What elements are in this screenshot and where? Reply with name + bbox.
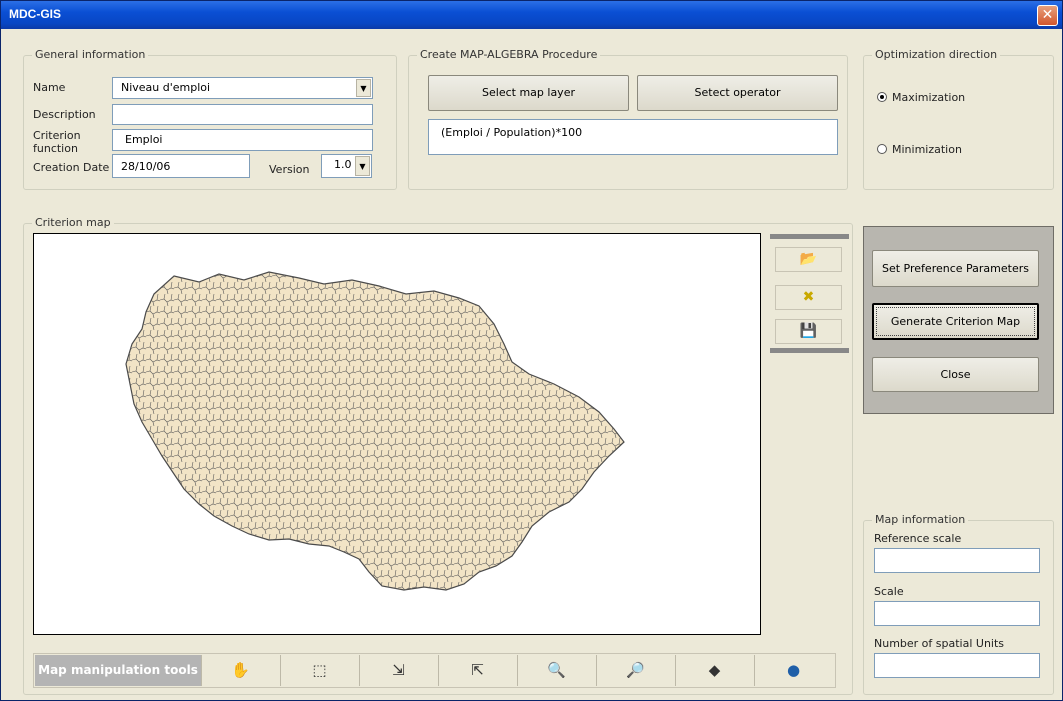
criterion-map-legend: Criterion map	[32, 216, 114, 229]
spatial-units-label: Number of spatial Units	[874, 637, 1005, 650]
description-field[interactable]	[112, 104, 373, 125]
zoom-out-icon[interactable]: 🔍	[517, 655, 595, 686]
commune-boundaries	[126, 272, 624, 590]
select-area-icon[interactable]: ⬚	[280, 655, 358, 686]
chevron-down-icon[interactable]: ▼	[356, 79, 371, 97]
name-dropdown[interactable]: Niveau d'emploi ▼	[112, 77, 373, 99]
select-map-layer-button[interactable]: Select map layer	[428, 75, 629, 111]
set-preference-button[interactable]: Set Preference Parameters	[872, 250, 1039, 287]
version-dropdown[interactable]: 1.0 ▼	[321, 154, 372, 178]
select-operator-button[interactable]: Setect operator	[637, 75, 838, 111]
optimization-legend: Optimization direction	[872, 48, 1001, 61]
expression-field[interactable]: (Emploi / Population)*100	[428, 119, 838, 155]
zoom-out-arrows-icon[interactable]: ⇱	[438, 655, 516, 686]
globe-icon[interactable]: ●	[754, 655, 832, 686]
map-canvas[interactable]	[33, 233, 761, 635]
map-algebra-legend: Create MAP-ALGEBRA Procedure	[417, 48, 601, 61]
scale-field[interactable]	[874, 601, 1040, 626]
maximization-radio[interactable]	[877, 92, 887, 102]
general-information-legend: General information	[32, 48, 149, 61]
close-icon[interactable]: ✕	[1037, 5, 1058, 26]
minimization-radio[interactable]	[877, 144, 887, 154]
map-manipulation-toolbar: Map manipulation tools ✋ ⬚ ⇲ ⇱ 🔍 🔎 ◆ ●	[33, 653, 836, 688]
criterion-function-label-2: function	[33, 142, 78, 155]
spatial-units-field[interactable]	[874, 653, 1040, 678]
generate-criterion-map-button[interactable]: Generate Criterion Map	[872, 303, 1039, 340]
app-window: MDC-GIS ✕ General information Name Nivea…	[0, 0, 1063, 701]
reference-scale-field[interactable]	[874, 548, 1040, 573]
window-title: MDC-GIS	[9, 7, 61, 21]
criterion-function-label-1: Criterion	[33, 129, 81, 142]
name-label: Name	[33, 81, 66, 94]
map-file-toolbar: 📂 ✖ 💾	[770, 234, 849, 353]
close-button[interactable]: Close	[872, 357, 1039, 392]
version-value: 1.0	[334, 158, 352, 171]
zoom-in-icon[interactable]: 🔎	[596, 655, 674, 686]
open-folder-icon[interactable]: 📂	[775, 247, 842, 272]
creation-date-label: Creation Date	[33, 161, 110, 174]
optimization-group: Optimization direction	[863, 48, 1054, 190]
pan-hand-icon[interactable]: ✋	[201, 655, 279, 686]
region-map	[125, 271, 625, 591]
description-label: Description	[33, 108, 96, 121]
save-icon[interactable]: 💾	[775, 319, 842, 344]
identify-icon[interactable]: ◆	[675, 655, 753, 686]
chevron-down-icon[interactable]: ▼	[355, 156, 370, 176]
minimization-label[interactable]: Minimization	[892, 144, 962, 155]
reference-scale-label: Reference scale	[874, 532, 962, 545]
criterion-function-field[interactable]: Emploi	[112, 129, 373, 151]
name-value: Niveau d'emploi	[121, 81, 211, 94]
delete-icon[interactable]: ✖	[775, 285, 842, 310]
map-information-legend: Map information	[872, 513, 969, 526]
scale-label: Scale	[874, 585, 904, 598]
title-bar[interactable]: MDC-GIS ✕	[1, 1, 1062, 29]
map-tools-label: Map manipulation tools	[35, 655, 201, 686]
version-label: Version	[269, 163, 310, 176]
zoom-in-arrows-icon[interactable]: ⇲	[359, 655, 437, 686]
maximization-label[interactable]: Maximization	[892, 92, 965, 103]
creation-date-field[interactable]: 28/10/06	[112, 154, 250, 178]
